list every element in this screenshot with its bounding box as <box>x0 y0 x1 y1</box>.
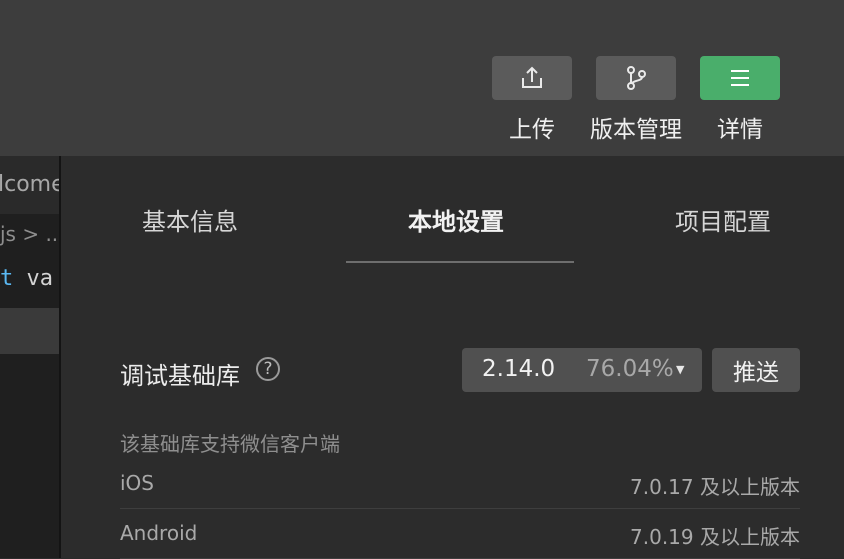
details-item: 详情 <box>700 56 780 143</box>
editor-tab-label: lcome <box>0 172 59 197</box>
code-editor[interactable]: lcome js > .. t va <box>0 156 59 558</box>
lib-version-usage: 76.04% <box>586 356 674 382</box>
version-item: 版本管理 <box>590 56 682 143</box>
top-toolbar: 上传 版本管理 详情 <box>0 0 844 156</box>
selected-line-highlight <box>0 308 59 354</box>
platform-requirement: 7.0.19 及以上版本 <box>630 525 800 549</box>
lib-version-value: 2.14.0 <box>482 356 556 382</box>
tab-local-settings[interactable]: 本地设置 <box>408 202 504 237</box>
platform-name: iOS <box>120 471 154 495</box>
version-label: 版本管理 <box>590 117 682 143</box>
tab-basic-info[interactable]: 基本信息 <box>142 202 238 237</box>
upload-button[interactable] <box>492 56 572 100</box>
upload-icon <box>522 66 542 88</box>
details-panel: 基本信息 本地设置 项目配置 调试基础库 ? 2.14.0 76.04% ▼ 推… <box>61 156 844 559</box>
active-tab-indicator <box>346 261 574 263</box>
details-button[interactable] <box>700 56 780 100</box>
support-heading: 该基础库支持微信客户端 <box>120 432 340 456</box>
platform-name: Android <box>120 521 198 545</box>
upload-item: 上传 <box>492 56 572 143</box>
tab-project-config[interactable]: 项目配置 <box>675 202 771 237</box>
support-row-android: Android 7.0.19 及以上版本 <box>120 508 800 559</box>
support-row-ios: iOS 7.0.17 及以上版本 <box>120 458 800 509</box>
help-icon[interactable]: ? <box>256 357 280 381</box>
editor-tab[interactable]: lcome <box>0 156 59 214</box>
menu-icon <box>731 70 749 86</box>
details-label: 详情 <box>717 117 763 143</box>
code-line: t va <box>0 266 53 291</box>
lib-version-select[interactable]: 2.14.0 76.04% ▼ <box>462 348 702 392</box>
caret-down-icon: ▼ <box>676 363 685 376</box>
debug-lib-label: 调试基础库 <box>120 362 240 390</box>
editor-breadcrumb[interactable]: js > .. <box>0 222 58 246</box>
push-button[interactable]: 推送 <box>712 348 800 392</box>
upload-label: 上传 <box>509 117 555 143</box>
code-text: va <box>13 266 53 291</box>
version-management-button[interactable] <box>596 56 676 100</box>
branch-icon <box>627 66 646 90</box>
code-keyword: t <box>0 266 14 291</box>
platform-requirement: 7.0.17 及以上版本 <box>630 475 800 499</box>
